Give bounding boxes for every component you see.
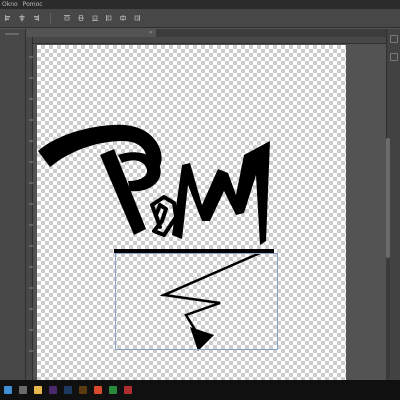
document-tab[interactable]: ✕ (26, 29, 156, 37)
tools-panel (0, 29, 26, 380)
canvas-area[interactable] (34, 45, 386, 380)
distribute-bottom-icon[interactable] (90, 14, 99, 23)
ruler-vertical[interactable] (26, 37, 33, 380)
options-separator (50, 12, 51, 24)
menu-item-okno[interactable]: Okno (2, 0, 18, 9)
menu-bar: Okno Pomoc (0, 0, 400, 9)
os-taskbar (0, 380, 400, 400)
photoshop-icon[interactable] (64, 386, 72, 394)
distribute-top-icon[interactable] (62, 14, 71, 23)
selection-bounding-box[interactable] (115, 253, 278, 350)
photoshop-window: Okno Pomoc ✕ (0, 0, 400, 400)
music-icon[interactable] (124, 386, 132, 394)
distribute-right-icon[interactable] (132, 14, 141, 23)
browser-icon[interactable] (94, 386, 102, 394)
align-left-icon[interactable] (3, 14, 12, 23)
vertical-scrollbar[interactable] (386, 138, 390, 378)
ruler-horizontal[interactable] (26, 37, 386, 52)
panel-expand-icon[interactable] (390, 35, 398, 43)
align-right-icon[interactable] (31, 14, 40, 23)
close-icon[interactable]: ✕ (149, 30, 153, 36)
scrollbar-thumb[interactable] (386, 138, 390, 258)
start-icon[interactable] (4, 386, 12, 394)
swoosh-stroke (38, 124, 162, 173)
file-explorer-icon[interactable] (34, 386, 42, 394)
letter-e (150, 195, 178, 237)
distribute-left-icon[interactable] (104, 14, 113, 23)
panel-options-icon[interactable] (390, 53, 398, 61)
ruler-ticks-vertical (29, 56, 33, 352)
search-icon[interactable] (19, 386, 27, 394)
letter-m (172, 141, 270, 245)
align-center-icon[interactable] (17, 14, 26, 23)
media-icon[interactable] (109, 386, 117, 394)
distribute-center-icon[interactable] (118, 14, 127, 23)
illustrator-icon[interactable] (79, 386, 87, 394)
document-tab-bar: ✕ (26, 29, 400, 37)
menu-item-pomoc[interactable]: Pomoc (23, 0, 43, 9)
premiere-icon[interactable] (49, 386, 57, 394)
panel-grip-icon[interactable] (5, 33, 19, 35)
distribute-middle-icon[interactable] (76, 14, 85, 23)
options-bar (0, 9, 400, 28)
